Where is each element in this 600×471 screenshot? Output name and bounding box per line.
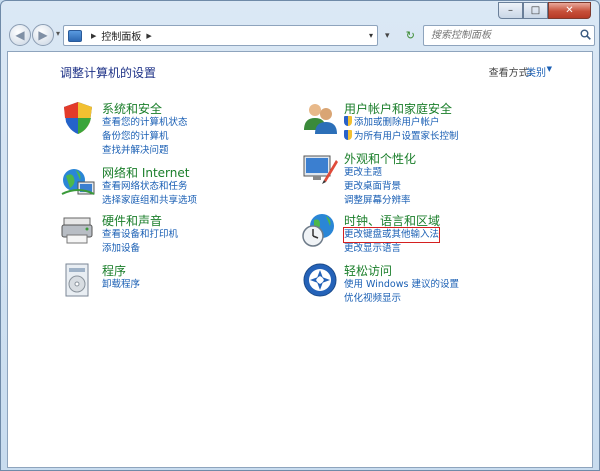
- link-view-computer-status[interactable]: 查看您的计算机状态: [102, 116, 188, 130]
- category-user-accounts: 用户帐户和家庭安全 添加或删除用户帐户 为所有用户设置家长控制: [302, 100, 552, 144]
- link-add-remove-accounts[interactable]: 添加或删除用户帐户: [344, 116, 459, 130]
- refresh-area: ▾ ↻: [380, 25, 420, 46]
- link-view-network-status[interactable]: 查看网络状态和任务: [102, 180, 197, 194]
- link-change-theme[interactable]: 更改主题: [344, 166, 411, 180]
- link-change-display-language[interactable]: 更改显示语言: [344, 242, 439, 256]
- category-title[interactable]: 时钟、语言和区域: [344, 212, 440, 229]
- category-title[interactable]: 程序: [102, 262, 126, 279]
- network-internet-icon[interactable]: [60, 164, 96, 200]
- caption-buttons: – □ ✕: [498, 2, 591, 19]
- page-title: 调整计算机的设置: [60, 66, 157, 80]
- refresh-icon[interactable]: ↻: [406, 29, 415, 42]
- view-by-arrow-icon[interactable]: ▼: [547, 65, 552, 73]
- link-list: 添加或删除用户帐户 为所有用户设置家长控制: [344, 116, 459, 144]
- link-backup-computer[interactable]: 备份您的计算机: [102, 130, 188, 144]
- user-accounts-icon[interactable]: [302, 100, 338, 136]
- recent-pages-dropdown-icon[interactable]: ▾: [56, 29, 60, 38]
- link-find-fix-problems[interactable]: 查找并解决问题: [102, 144, 188, 158]
- control-panel-window: – □ ✕ ◀ ▶ ▾ ▶ 控制面板 ▶ ▾ ▾ ↻ 调整计算机的设置 查看方式…: [0, 0, 600, 471]
- uac-shield-icon: [344, 116, 352, 126]
- link-add-device[interactable]: 添加设备: [102, 242, 178, 256]
- link-adjust-resolution[interactable]: 调整屏幕分辨率: [344, 194, 411, 208]
- link-list: 查看您的计算机状态 备份您的计算机 查找并解决问题: [102, 116, 188, 158]
- category-clock-language-region: 时钟、语言和区域 更改键盘或其他输入法 更改显示语言: [302, 212, 552, 256]
- appearance-icon[interactable]: [302, 150, 338, 186]
- address-bar[interactable]: ▶ 控制面板 ▶ ▾: [63, 25, 378, 46]
- link-parental-controls[interactable]: 为所有用户设置家长控制: [344, 130, 459, 144]
- link-change-desktop-background[interactable]: 更改桌面背景: [344, 180, 411, 194]
- category-programs: 程序 卸载程序: [60, 262, 280, 298]
- category-title[interactable]: 轻松访问: [344, 262, 392, 279]
- category-network-internet: 网络和 Internet 查看网络状态和任务 选择家庭组和共享选项: [60, 164, 280, 206]
- system-security-icon[interactable]: [60, 100, 96, 136]
- link-uninstall-program[interactable]: 卸载程序: [102, 278, 140, 292]
- link-homegroup-sharing[interactable]: 选择家庭组和共享选项: [102, 194, 197, 208]
- address-dropdown-icon[interactable]: ▾: [369, 31, 373, 40]
- forward-button[interactable]: ▶: [32, 24, 54, 46]
- category-ease-of-access: 轻松访问 使用 Windows 建议的设置 优化视频显示: [302, 262, 552, 306]
- link-list: 查看设备和打印机 添加设备: [102, 228, 178, 256]
- category-title[interactable]: 网络和 Internet: [102, 164, 189, 181]
- refresh-dropdown-icon[interactable]: ▾: [385, 31, 390, 41]
- back-button[interactable]: ◀: [9, 24, 31, 46]
- category-hardware-sound: 硬件和声音 查看设备和打印机 添加设备: [60, 212, 280, 254]
- ease-of-access-icon[interactable]: [302, 262, 338, 298]
- link-list: 使用 Windows 建议的设置 优化视频显示: [344, 278, 459, 306]
- link-change-keyboard-input[interactable]: 更改键盘或其他输入法: [342, 227, 441, 243]
- link-optimize-video-display[interactable]: 优化视频显示: [344, 292, 459, 306]
- category-title[interactable]: 系统和安全: [102, 100, 162, 117]
- link-list: 更改主题 更改桌面背景 调整屏幕分辨率: [344, 166, 411, 208]
- category-appearance: 外观和个性化 更改主题 更改桌面背景 调整屏幕分辨率: [302, 150, 552, 206]
- search-input[interactable]: [424, 26, 576, 45]
- maximize-button[interactable]: □: [523, 2, 548, 19]
- programs-icon[interactable]: [60, 262, 96, 298]
- close-button[interactable]: ✕: [548, 2, 591, 19]
- breadcrumb-chevron-icon[interactable]: ▶: [146, 32, 151, 40]
- category-system-security: 系统和安全 查看您的计算机状态 备份您的计算机 查找并解决问题: [60, 100, 280, 156]
- link-text: 添加或删除用户帐户: [354, 117, 440, 128]
- clock-language-region-icon[interactable]: [302, 212, 338, 248]
- link-list: 查看网络状态和任务 选择家庭组和共享选项: [102, 180, 197, 208]
- link-devices-printers[interactable]: 查看设备和打印机: [102, 228, 178, 242]
- category-title[interactable]: 外观和个性化: [344, 150, 416, 167]
- link-text: 为所有用户设置家长控制: [354, 131, 459, 142]
- navigation-bar: ◀ ▶ ▾ ▶ 控制面板 ▶ ▾ ▾ ↻: [7, 23, 595, 49]
- search-box: [423, 25, 595, 46]
- category-title[interactable]: 用户帐户和家庭安全: [344, 100, 452, 117]
- minimize-button[interactable]: –: [498, 2, 523, 19]
- control-panel-icon: [68, 29, 82, 42]
- uac-shield-icon: [344, 130, 352, 140]
- content-pane: 调整计算机的设置 查看方式: 类别 ▼ 系统和安全 查看您的计算机状态 备份您的…: [7, 51, 593, 468]
- view-by-dropdown[interactable]: 类别: [526, 64, 546, 79]
- search-icon[interactable]: [576, 29, 594, 43]
- category-title[interactable]: 硬件和声音: [102, 212, 162, 229]
- link-recommended-settings[interactable]: 使用 Windows 建议的设置: [344, 278, 459, 292]
- hardware-sound-icon[interactable]: [60, 212, 96, 248]
- breadcrumb-control-panel[interactable]: 控制面板: [101, 28, 141, 43]
- link-list: 卸载程序: [102, 278, 140, 292]
- link-list: 更改键盘或其他输入法 更改显示语言: [342, 227, 441, 256]
- breadcrumb-chevron-icon[interactable]: ▶: [91, 32, 96, 40]
